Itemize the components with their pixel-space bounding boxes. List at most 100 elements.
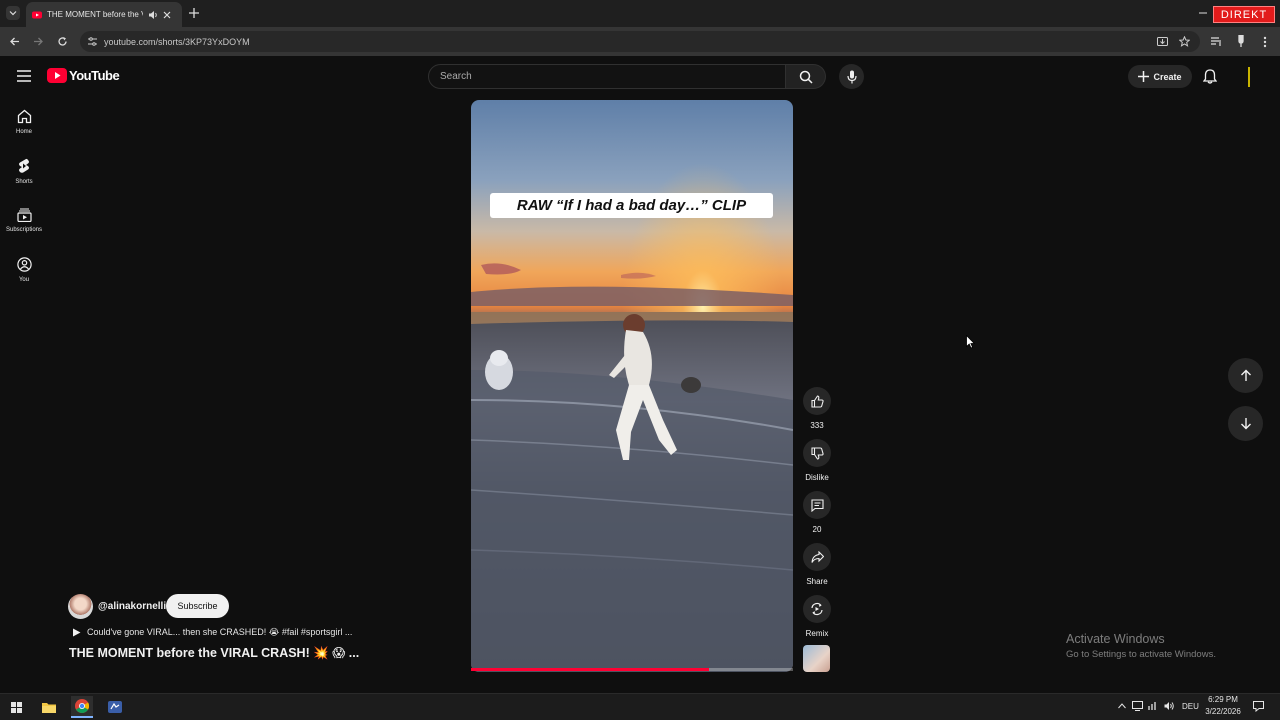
tray-network-icon[interactable] xyxy=(1148,701,1159,711)
address-bar[interactable]: youtube.com/shorts/3KP73YxDOYM xyxy=(80,31,1200,52)
short-video-player[interactable] xyxy=(471,100,793,672)
speaker-icon[interactable] xyxy=(148,10,158,20)
chrome-icon xyxy=(75,699,89,713)
notifications-bell-icon[interactable] xyxy=(1203,69,1217,84)
tab-search-button[interactable] xyxy=(6,6,20,20)
forward-arrow-icon[interactable] xyxy=(33,36,44,47)
like-button-circle[interactable] xyxy=(803,387,831,415)
you-icon xyxy=(16,257,32,272)
sidebar-item-home[interactable]: Home xyxy=(0,109,48,135)
direkt-badge: DIREKT xyxy=(1213,6,1275,23)
watermark-line2: Go to Settings to activate Windows. xyxy=(1066,649,1216,660)
share-label: Share xyxy=(806,577,828,586)
taskbar-chrome[interactable] xyxy=(71,696,93,718)
previous-short-button[interactable] xyxy=(1228,358,1263,393)
subscriptions-icon xyxy=(16,208,32,222)
microphone-icon xyxy=(846,70,857,83)
app-icon xyxy=(108,701,122,713)
back-arrow-icon[interactable] xyxy=(9,36,20,47)
taskbar-file-explorer[interactable] xyxy=(38,696,60,718)
subscribe-button[interactable]: Subscribe xyxy=(166,594,229,618)
dislike-label: Dislike xyxy=(805,473,829,482)
media-controls-icon[interactable] xyxy=(1211,36,1223,47)
comments-button-circle[interactable] xyxy=(803,491,831,519)
arrow-down-icon xyxy=(1240,418,1251,430)
sound-thumbnail[interactable] xyxy=(803,645,830,672)
tray-volume-icon[interactable] xyxy=(1164,701,1175,711)
reload-icon[interactable] xyxy=(57,36,68,47)
sidebar-item-you[interactable]: You xyxy=(0,257,48,283)
video-title-text: THE MOMENT before the VIRAL CRASH! 💥 😱 xyxy=(69,646,346,660)
search-input[interactable]: Search xyxy=(428,64,786,89)
progress-bar[interactable] xyxy=(471,668,710,671)
search-placeholder: Search xyxy=(440,71,472,82)
minimize-icon[interactable] xyxy=(1199,9,1207,17)
comments-button[interactable]: 20 xyxy=(803,491,831,534)
shorts-icon xyxy=(19,158,29,173)
thumbs-up-icon xyxy=(810,394,824,408)
bookmark-star-icon[interactable] xyxy=(1179,36,1190,47)
like-count: 333 xyxy=(810,421,824,430)
windows-logo-icon xyxy=(10,701,22,713)
tray-clock[interactable]: 6:29 PM 3/22/2026 xyxy=(1203,694,1243,718)
taskbar-app[interactable] xyxy=(104,696,126,718)
sidebar-item-label: You xyxy=(18,277,30,283)
create-label: Create xyxy=(1153,71,1182,82)
extensions-icon[interactable] xyxy=(1236,35,1246,48)
remix-button-circle[interactable] xyxy=(803,595,831,623)
search-icon xyxy=(799,70,813,84)
sidebar-item-label: Subscriptions xyxy=(5,227,43,233)
video-frame-beach-scene xyxy=(471,100,793,672)
description-text: Could've gone VIRAL... then she CRASHED!… xyxy=(87,627,353,637)
notification-center-icon[interactable] xyxy=(1253,701,1264,712)
youtube-logo-text: YouTube xyxy=(69,68,120,83)
next-short-button[interactable] xyxy=(1228,406,1263,441)
folder-icon xyxy=(42,702,56,713)
like-button[interactable]: 333 xyxy=(803,387,831,430)
site-info-icon[interactable] xyxy=(88,37,97,46)
search-button[interactable] xyxy=(786,64,826,89)
browser-tab[interactable]: THE MOMENT before the VIRAL CRASH! xyxy=(26,2,182,27)
description-line[interactable]: Could've gone VIRAL... then she CRASHED!… xyxy=(72,627,352,638)
dislike-button-circle[interactable] xyxy=(803,439,831,467)
youtube-logo[interactable]: YouTube xyxy=(47,68,120,83)
tray-date: 3/22/2026 xyxy=(1205,707,1241,716)
hamburger-menu-icon[interactable] xyxy=(17,70,31,82)
tray-chevron-up-icon[interactable] xyxy=(1118,703,1126,709)
account-avatar[interactable] xyxy=(1248,67,1250,87)
new-tab-icon[interactable] xyxy=(189,8,199,18)
play-icon xyxy=(73,628,81,637)
more-ellipsis[interactable]: ... xyxy=(349,646,359,660)
share-button[interactable]: Share xyxy=(803,543,831,586)
channel-avatar[interactable] xyxy=(68,594,93,619)
tray-network-monitor-icon[interactable] xyxy=(1132,701,1143,711)
browser-tab-bar: THE MOMENT before the VIRAL CRASH! xyxy=(0,0,1280,27)
watermark-line1: Activate Windows xyxy=(1066,632,1165,646)
tray-time: 6:29 PM xyxy=(1208,695,1238,704)
create-button[interactable]: Create xyxy=(1128,65,1192,88)
url-text: youtube.com/shorts/3KP73YxDOYM xyxy=(104,36,250,47)
windows-taskbar xyxy=(0,693,1280,720)
tray-language[interactable]: DEU xyxy=(1182,702,1199,711)
sidebar-item-subscriptions[interactable]: Subscriptions xyxy=(0,208,48,233)
dislike-button[interactable]: Dislike xyxy=(803,439,831,482)
tab-close-icon[interactable] xyxy=(163,11,171,19)
remix-button[interactable]: Remix xyxy=(803,595,831,638)
voice-search-button[interactable] xyxy=(839,64,864,89)
mouse-cursor-icon xyxy=(966,335,975,349)
tab-title: THE MOMENT before the VIRAL CRASH! xyxy=(47,10,143,19)
video-title[interactable]: THE MOMENT before the VIRAL CRASH! 💥 😱 .… xyxy=(69,645,359,661)
start-button[interactable] xyxy=(5,696,27,718)
home-icon xyxy=(17,109,31,124)
video-overlay-caption: RAW “If I had a bad day…” CLIP xyxy=(490,193,773,218)
comment-icon xyxy=(810,498,824,512)
channel-name[interactable]: @alinakornelli xyxy=(98,601,166,612)
sidebar-item-shorts[interactable]: Shorts xyxy=(0,158,48,185)
share-button-circle[interactable] xyxy=(803,543,831,571)
sidebar-item-label: Shorts xyxy=(15,179,33,185)
browser-menu-icon[interactable] xyxy=(1262,36,1268,48)
thumbs-down-icon xyxy=(810,446,824,460)
sidebar-item-label: Home xyxy=(15,129,32,135)
install-app-icon[interactable] xyxy=(1157,36,1168,47)
share-icon xyxy=(810,550,824,563)
